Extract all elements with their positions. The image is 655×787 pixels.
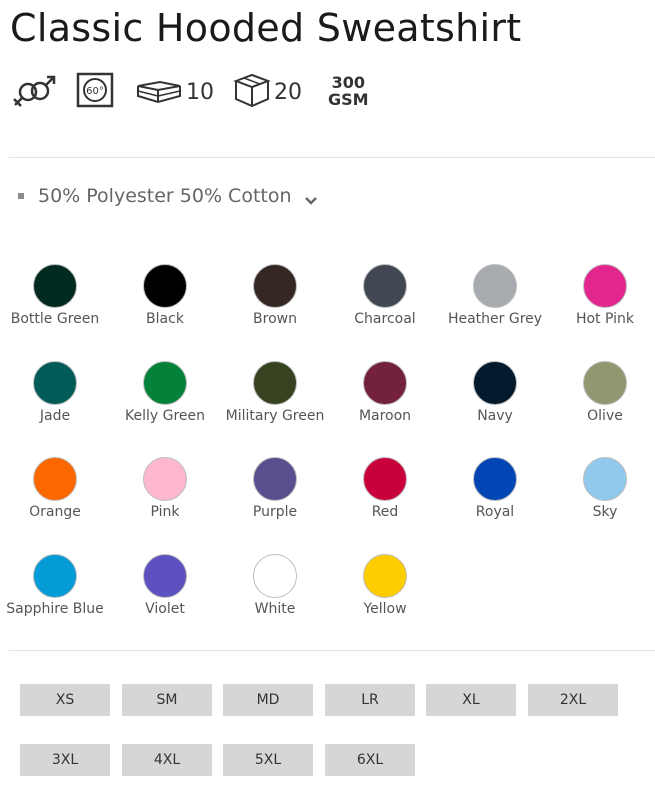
colour-name: Purple <box>252 504 298 520</box>
colour-swatch[interactable]: White <box>220 554 330 618</box>
colour-name: Pink <box>150 504 180 520</box>
colour-name: Military Green <box>225 408 325 424</box>
weight-unit: GSM <box>328 90 369 109</box>
colour-swatch[interactable]: Red <box>330 457 440 521</box>
colour-swatch[interactable]: Violet <box>110 554 220 618</box>
colour-swatch[interactable]: Sapphire Blue <box>0 554 110 618</box>
pack-quantity: 10 <box>186 80 214 105</box>
colour-name: Yellow <box>363 601 407 617</box>
colour-dot[interactable] <box>143 264 187 308</box>
pack-icon <box>134 76 184 106</box>
colour-swatch[interactable]: Kelly Green <box>110 361 220 425</box>
colour-name: Violet <box>145 601 185 617</box>
colour-name: Navy <box>477 408 513 424</box>
colour-swatch[interactable]: Heather Grey <box>440 264 550 328</box>
size-button[interactable]: SM <box>122 684 212 716</box>
colour-dot[interactable] <box>363 361 407 405</box>
size-button[interactable]: 3XL <box>20 744 110 776</box>
size-button[interactable]: MD <box>223 684 313 716</box>
colour-dot[interactable] <box>363 457 407 501</box>
colour-name: White <box>254 601 296 617</box>
weight-value: 300 <box>331 73 365 92</box>
colour-swatch[interactable]: Military Green <box>220 361 330 425</box>
colour-dot[interactable] <box>143 361 187 405</box>
colour-dot[interactable] <box>363 554 407 598</box>
colour-swatch[interactable]: Black <box>110 264 220 328</box>
divider <box>9 157 655 158</box>
product-title: Classic Hooded Sweatshirt <box>10 6 522 50</box>
colour-name: Olive <box>587 408 623 424</box>
carton-box-icon <box>232 72 272 108</box>
colour-dot[interactable] <box>473 264 517 308</box>
colour-name: Kelly Green <box>124 408 205 424</box>
colour-swatch[interactable]: Navy <box>440 361 550 425</box>
colour-dot[interactable] <box>583 264 627 308</box>
colour-name: Hot Pink <box>575 311 635 327</box>
colour-swatch[interactable]: Pink <box>110 457 220 521</box>
size-button[interactable]: LR <box>325 684 415 716</box>
colour-swatch[interactable]: Purple <box>220 457 330 521</box>
colour-swatch[interactable]: Brown <box>220 264 330 328</box>
colour-dot[interactable] <box>143 457 187 501</box>
colour-name: Charcoal <box>354 311 416 327</box>
colour-dot[interactable] <box>253 264 297 308</box>
colour-name: Brown <box>253 311 297 327</box>
colour-name: Bottle Green <box>10 311 100 327</box>
colour-dot[interactable] <box>143 554 187 598</box>
colour-swatch[interactable]: Bottle Green <box>0 264 110 328</box>
bullet-icon <box>18 193 24 199</box>
colour-dot[interactable] <box>363 264 407 308</box>
colour-name: Heather Grey <box>447 311 543 327</box>
colour-swatch[interactable]: Orange <box>0 457 110 521</box>
colour-dot[interactable] <box>33 264 77 308</box>
fabric-label: 50% Polyester 50% Cotton <box>38 185 292 207</box>
unisex-icon <box>10 72 58 108</box>
colour-swatch[interactable]: Jade <box>0 361 110 425</box>
colour-dot[interactable] <box>253 361 297 405</box>
colour-name: Sapphire Blue <box>6 601 104 617</box>
colour-dot[interactable] <box>33 361 77 405</box>
wash-60-icon: 60° <box>76 72 114 108</box>
size-button[interactable]: 5XL <box>223 744 313 776</box>
colour-dot[interactable] <box>33 457 77 501</box>
size-button[interactable]: 6XL <box>325 744 415 776</box>
colour-dot[interactable] <box>253 457 297 501</box>
fabric-weight: 300 GSM <box>328 74 369 108</box>
divider <box>9 650 655 651</box>
size-button[interactable]: 4XL <box>122 744 212 776</box>
colour-swatch[interactable]: Charcoal <box>330 264 440 328</box>
size-button[interactable]: 2XL <box>528 684 618 716</box>
colour-name: Jade <box>39 408 71 424</box>
colour-name: Maroon <box>358 408 412 424</box>
colour-dot[interactable] <box>583 457 627 501</box>
size-button[interactable]: XL <box>426 684 516 716</box>
colour-dot[interactable] <box>473 457 517 501</box>
colour-dot[interactable] <box>583 361 627 405</box>
colour-name: Black <box>146 311 184 327</box>
chevron-down-icon[interactable] <box>304 191 318 205</box>
carton-quantity: 20 <box>274 80 302 105</box>
colour-name: Sky <box>592 504 618 520</box>
colour-swatch[interactable]: Maroon <box>330 361 440 425</box>
colour-dot[interactable] <box>473 361 517 405</box>
colour-swatch[interactable]: Hot Pink <box>550 264 655 328</box>
colour-swatch[interactable]: Sky <box>550 457 655 521</box>
colour-swatch[interactable]: Olive <box>550 361 655 425</box>
colour-dot[interactable] <box>253 554 297 598</box>
colour-dot[interactable] <box>33 554 77 598</box>
colour-name: Red <box>371 504 399 520</box>
colour-name: Royal <box>475 504 515 520</box>
colour-name: Orange <box>29 504 81 520</box>
wash-temp-label: 60° <box>86 86 104 97</box>
fabric-selector[interactable]: 50% Polyester 50% Cotton <box>18 183 318 209</box>
colour-swatch[interactable]: Royal <box>440 457 550 521</box>
size-button[interactable]: XS <box>20 684 110 716</box>
colour-swatch[interactable]: Yellow <box>330 554 440 618</box>
